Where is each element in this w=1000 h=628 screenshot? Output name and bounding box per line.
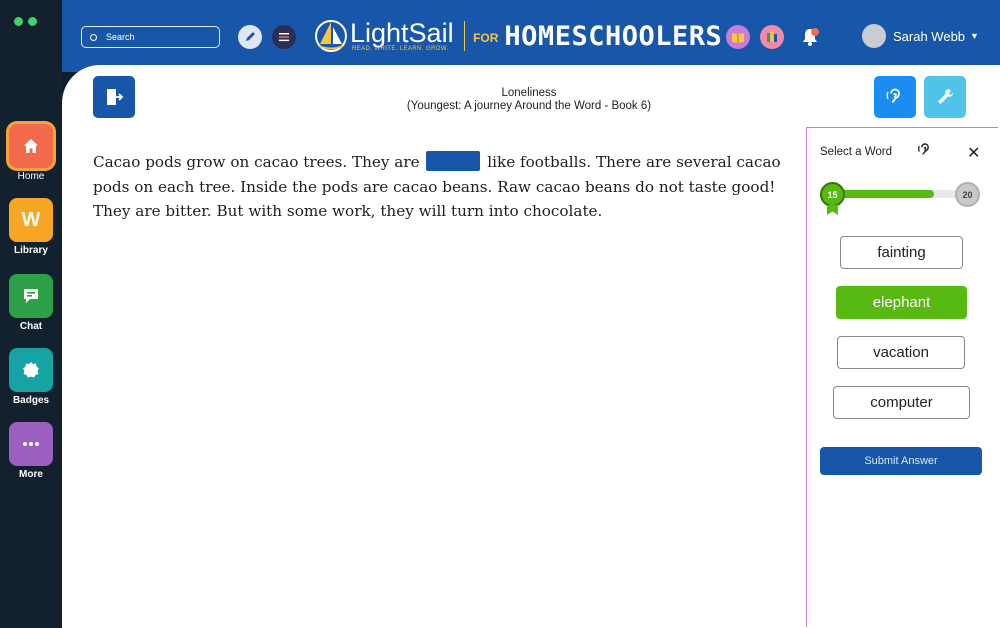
progress-fill [833, 190, 934, 198]
book-subtitle: (Youngest: A journey Around the Word - B… [406, 100, 652, 112]
more-icon [9, 422, 53, 466]
bookshelf-icon[interactable] [760, 25, 784, 49]
tools-button[interactable] [924, 76, 966, 118]
left-sidebar: Home W Library Chat Badges More [0, 0, 62, 628]
wrench-icon [938, 89, 953, 104]
brand-for: FOR [473, 31, 499, 45]
book-title-block: Loneliness (Youngest: A journey Around t… [362, 87, 696, 113]
window-dot[interactable] [28, 17, 37, 26]
submit-answer-button[interactable]: Submit Answer [820, 447, 982, 475]
ear-icon[interactable] [917, 142, 933, 163]
search-input[interactable]: Search [81, 26, 220, 48]
sidebar-item-library[interactable]: W Library [0, 198, 62, 256]
sidebar-item-label: Chat [19, 321, 43, 332]
reading-passage: Cacao pods grow on cacao trees. They are… [93, 150, 783, 224]
user-menu[interactable]: Sarah Webb ▼ [862, 24, 979, 48]
sail-logo-icon [315, 20, 347, 52]
window-dot[interactable] [14, 17, 23, 26]
word-select-panel: Select a Word ✕ 15 20 fainting elephant … [806, 127, 998, 627]
badge-icon [9, 348, 53, 392]
sidebar-item-badges[interactable]: Badges [0, 348, 62, 406]
chat-icon [9, 274, 53, 318]
sidebar-item-label: More [19, 469, 43, 480]
window-dots [14, 17, 37, 26]
brand-logo: LightSail READ. WRITE. LEARN. GROW. FOR … [314, 12, 722, 60]
sidebar-item-label: Home [17, 171, 45, 182]
answer-blank[interactable] [426, 151, 481, 171]
ear-icon [886, 88, 900, 103]
close-icon[interactable]: ✕ [967, 143, 980, 163]
panel-title: Select a Word [820, 146, 893, 158]
chevron-down-icon: ▼ [970, 31, 979, 41]
brand-audience: HOMESCHOOLERS [504, 20, 723, 52]
brand-divider [463, 21, 466, 51]
sidebar-item-label: Badges [12, 395, 50, 406]
top-header: Search LightSail READ. WRITE. LEARN. GRO… [62, 0, 1000, 72]
book-title: Loneliness [501, 87, 557, 99]
library-icon: W [9, 198, 53, 242]
avatar [862, 24, 886, 48]
settings-sliders-icon[interactable] [272, 25, 296, 49]
word-choice[interactable]: elephant [836, 286, 967, 319]
search-placeholder: Search [106, 32, 135, 42]
bell-icon[interactable] [798, 25, 822, 49]
exit-icon [107, 89, 124, 105]
sidebar-item-chat[interactable]: Chat [0, 274, 62, 332]
sidebar-item-home[interactable]: Home [0, 124, 62, 182]
progress-bar [833, 190, 967, 198]
home-icon [9, 124, 53, 168]
search-icon [90, 33, 97, 41]
sidebar-item-more[interactable]: More [0, 422, 62, 480]
word-choice[interactable]: fainting [840, 236, 963, 269]
ribbon-icon [827, 205, 838, 215]
brand-tagline: READ. WRITE. LEARN. GROW. [352, 46, 449, 52]
word-choice[interactable]: vacation [837, 336, 965, 369]
reader-panel: Loneliness (Youngest: A journey Around t… [62, 65, 1000, 628]
user-name: Sarah Webb [893, 28, 966, 44]
listen-button[interactable] [874, 76, 916, 118]
progress-current: 15 [820, 182, 845, 207]
passage-text-before: Cacao pods grow on cacao trees. They are [93, 153, 420, 171]
exit-book-button[interactable] [93, 76, 135, 118]
word-choice[interactable]: computer [833, 386, 970, 419]
pencil-icon[interactable] [238, 25, 262, 49]
sidebar-item-label: Library [14, 245, 48, 256]
brand-name: LightSail [350, 18, 454, 48]
book-icon[interactable] [726, 25, 750, 49]
progress-total: 20 [955, 182, 980, 207]
